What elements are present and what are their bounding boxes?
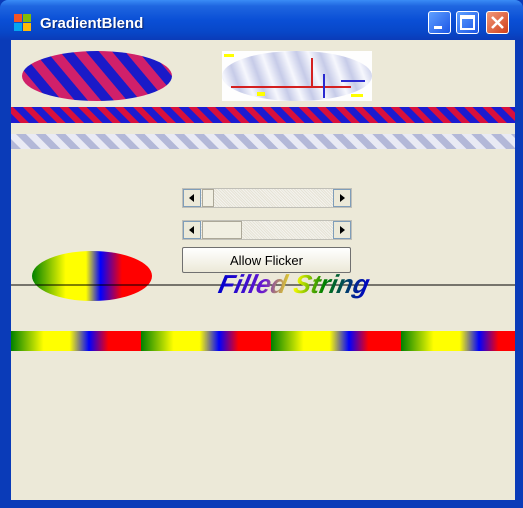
scroll-left-button[interactable]	[183, 189, 201, 207]
scrollbar-bottom[interactable]	[182, 220, 352, 240]
close-icon	[491, 16, 504, 29]
window-title: GradientBlend	[40, 15, 144, 32]
striped-band-red-blue	[11, 107, 515, 123]
hatched-ellipse	[22, 51, 172, 101]
maximize-button[interactable]	[456, 11, 479, 34]
scroll-right-button[interactable]	[333, 189, 351, 207]
striped-band-silver	[11, 134, 515, 149]
arrow-left-icon	[189, 194, 194, 202]
scroll-right-button[interactable]	[333, 221, 351, 239]
title-bar[interactable]: GradientBlend	[0, 0, 523, 40]
gradient-ellipse	[32, 251, 152, 301]
scrollbar-top[interactable]	[182, 188, 352, 208]
maximize-icon	[460, 15, 475, 30]
filled-string-text: Filled String	[216, 269, 372, 299]
minimize-icon	[434, 26, 442, 29]
minimize-button[interactable]	[428, 11, 451, 34]
arrow-right-icon	[340, 226, 345, 234]
arrow-right-icon	[340, 194, 345, 202]
scroll-left-button[interactable]	[183, 221, 201, 239]
tiled-gradient-box	[222, 51, 372, 101]
close-button[interactable]	[486, 11, 509, 34]
scroll-thumb[interactable]	[202, 221, 242, 239]
repeating-gradient-band	[11, 331, 515, 351]
allow-flicker-button[interactable]: Allow Flicker	[182, 247, 351, 273]
arrow-left-icon	[189, 226, 194, 234]
window: GradientBlend Filled String Allow Flicke…	[0, 0, 523, 508]
app-icon	[14, 14, 31, 31]
scroll-thumb[interactable]	[202, 189, 214, 207]
form-client-area: Filled String Allow Flicker	[11, 40, 515, 500]
